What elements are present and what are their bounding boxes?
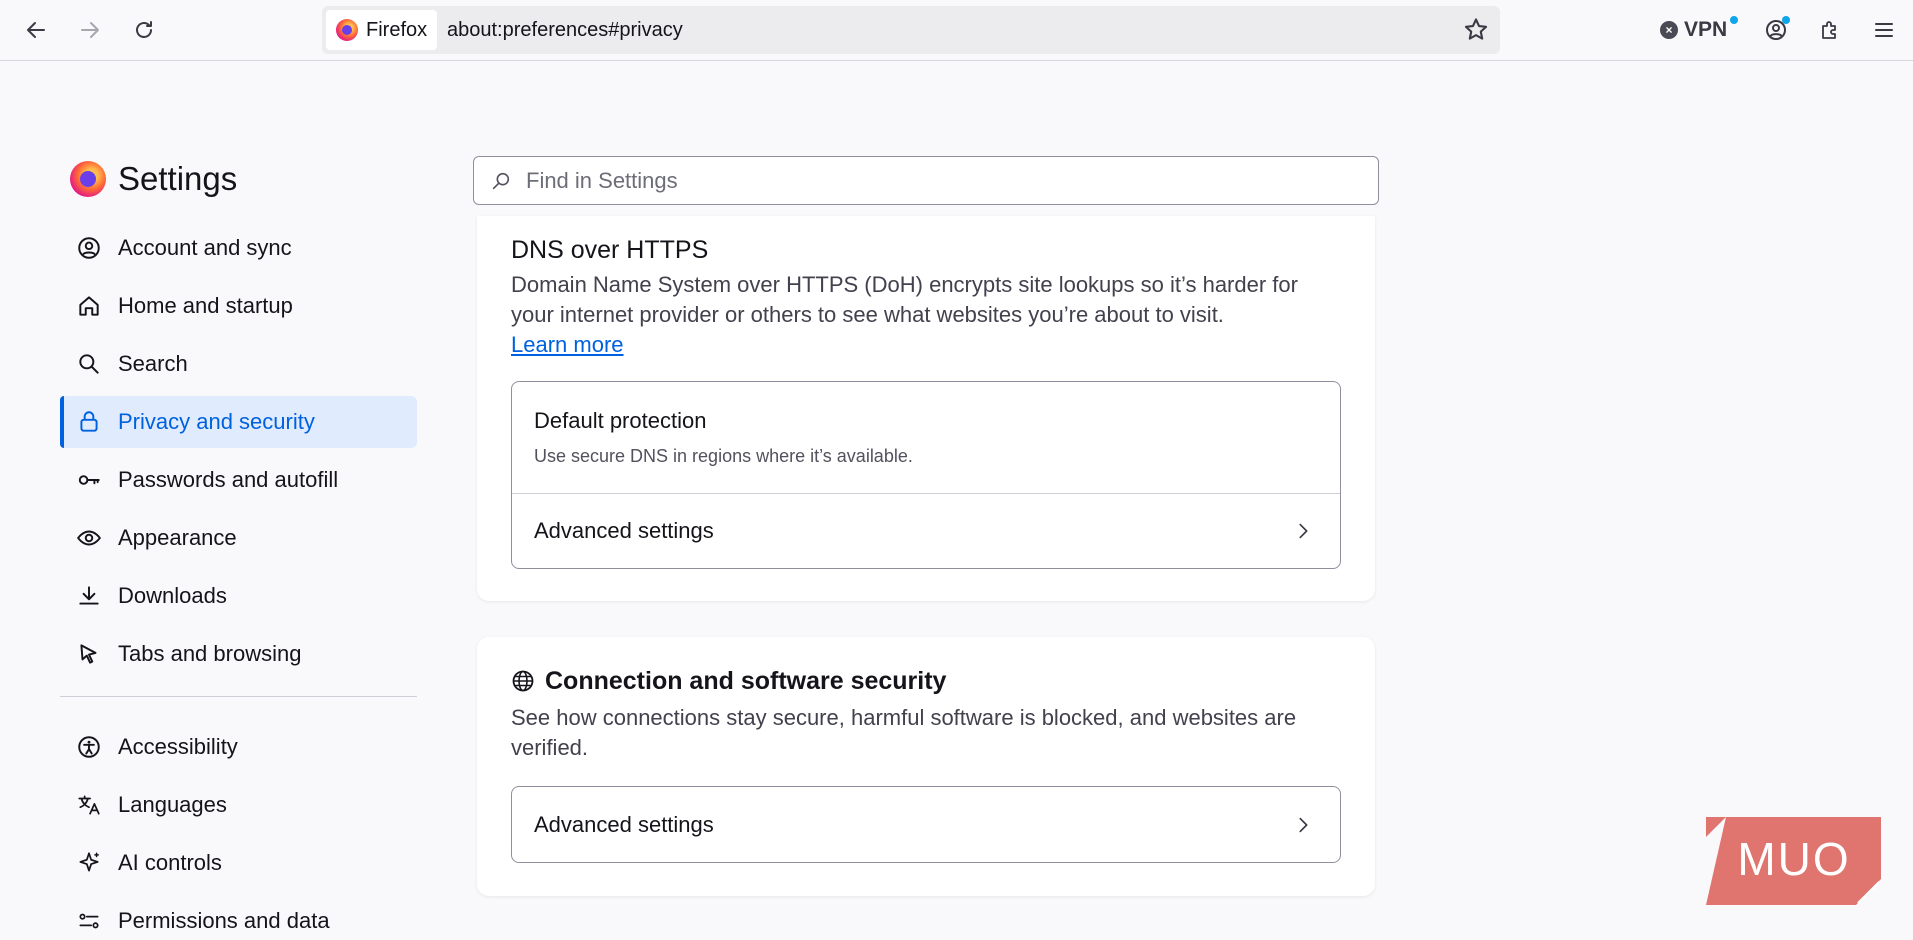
hamburger-menu-icon [1875, 23, 1893, 37]
account-notification-dot [1782, 16, 1790, 24]
connection-options-group: Advanced settings [511, 786, 1341, 863]
sidebar-item-ai-controls[interactable]: AI controls [60, 837, 417, 889]
default-protection-title: Default protection [534, 408, 707, 433]
connection-description: See how connections stay secure, harmful… [511, 705, 1297, 760]
sidebar-item-appearance[interactable]: Appearance [60, 512, 417, 564]
url-text[interactable]: about:preferences#privacy [447, 6, 683, 54]
sidebar-item-label: Passwords and autofill [118, 467, 339, 492]
sidebar-item-home[interactable]: Home and startup [60, 280, 417, 332]
browser-toolbar: Firefox about:preferences#privacy × VPN [0, 0, 1913, 61]
back-arrow-icon [27, 22, 45, 38]
muo-watermark-logo: MUO [1706, 817, 1881, 905]
settings-sidebar: Account and sync Home and startup Search… [60, 222, 417, 940]
sidebar-item-label: Appearance [118, 525, 237, 550]
identity-label: Firefox [366, 18, 428, 41]
forward-button[interactable] [72, 12, 108, 48]
sidebar-item-account-sync[interactable]: Account and sync [60, 222, 417, 274]
sidebar-item-label: AI controls [118, 850, 222, 875]
sidebar-item-permissions[interactable]: Permissions and data [60, 895, 417, 940]
default-protection-subtitle: Use secure DNS in regions where it’s ava… [534, 446, 913, 466]
sidebar-item-label: Privacy and security [118, 409, 315, 434]
key-icon [78, 475, 100, 485]
languages-icon [78, 795, 100, 815]
learn-more-link[interactable]: Learn more [511, 332, 624, 357]
sidebar-item-label: Search [118, 351, 188, 376]
advanced-settings-label: Advanced settings [534, 811, 714, 837]
lock-icon [80, 411, 98, 432]
search-input[interactable] [526, 167, 1326, 194]
page-title: Settings [118, 160, 238, 197]
sidebar-item-privacy[interactable]: Privacy and security [60, 396, 417, 448]
dns-title: DNS over HTTPS [511, 236, 709, 264]
advanced-settings-label: Advanced settings [534, 518, 714, 543]
dns-description: Domain Name System over HTTPS (DoH) encr… [511, 272, 1298, 357]
connection-advanced-settings-row[interactable]: Advanced settings [512, 787, 1340, 862]
cursor-icon [80, 644, 97, 664]
home-icon [79, 296, 99, 316]
settings-brand: Settings [70, 160, 237, 198]
accessibility-icon [78, 736, 100, 758]
url-bar[interactable]: Firefox about:preferences#privacy [322, 6, 1500, 54]
back-button[interactable] [18, 12, 54, 48]
account-icon [78, 237, 100, 259]
reload-button[interactable] [126, 12, 162, 48]
firefox-logo-icon [70, 161, 106, 197]
sidebar-item-accessibility[interactable]: Accessibility [60, 721, 417, 773]
sparkle-icon [79, 852, 99, 872]
reload-icon [136, 21, 152, 38]
sidebar-item-label: Home and startup [118, 293, 293, 318]
sidebar-divider [60, 696, 417, 697]
puzzle-icon [1822, 21, 1836, 39]
sidebar-item-label: Accessibility [118, 734, 238, 759]
extensions-button[interactable] [1812, 12, 1848, 48]
eye-icon [76, 530, 102, 546]
sidebar-item-search[interactable]: Search [60, 338, 417, 390]
dns-over-https-card: DNS over HTTPS Domain Name System over H… [477, 216, 1375, 601]
search-icon [492, 172, 510, 189]
sidebar-item-languages[interactable]: Languages [60, 779, 417, 831]
search-icon [79, 354, 99, 374]
firefox-logo-icon [336, 19, 358, 41]
chevron-right-icon [1299, 523, 1308, 539]
download-icon [79, 586, 99, 605]
sidebar-item-tabs[interactable]: Tabs and browsing [60, 628, 417, 680]
chevron-right-icon [1299, 817, 1308, 832]
vpn-label: VPN [1684, 18, 1728, 41]
globe-icon [512, 670, 534, 692]
vpn-off-icon: × [1660, 21, 1678, 39]
sidebar-item-label: Permissions and data [118, 908, 330, 933]
identity-box[interactable]: Firefox [326, 10, 438, 50]
sidebar-item-label: Downloads [118, 583, 227, 608]
vpn-button[interactable]: × VPN [1660, 14, 1738, 46]
sidebar-item-label: Languages [118, 792, 227, 817]
sidebar-item-passwords[interactable]: Passwords and autofill [60, 454, 417, 506]
watermark-text: MUO [1737, 833, 1850, 885]
forward-arrow-icon [81, 22, 99, 38]
dns-advanced-settings-row[interactable]: Advanced settings [512, 493, 1340, 568]
permissions-icon [79, 913, 99, 929]
account-button[interactable] [1758, 12, 1794, 48]
connection-security-card: Connection and software security See how… [477, 637, 1375, 896]
vpn-notification-dot [1730, 16, 1738, 24]
dns-options-group: Default protection Use secure DNS in reg… [511, 381, 1341, 569]
sidebar-item-label: Tabs and browsing [118, 641, 302, 666]
sidebar-item-label: Account and sync [118, 235, 292, 260]
settings-search[interactable] [473, 156, 1379, 205]
connection-title: Connection and software security [545, 667, 947, 695]
menu-button[interactable] [1866, 12, 1902, 48]
bookmark-star-icon[interactable] [1462, 16, 1490, 44]
default-protection-row[interactable]: Default protection Use secure DNS in reg… [512, 382, 1340, 493]
sidebar-item-downloads[interactable]: Downloads [60, 570, 417, 622]
